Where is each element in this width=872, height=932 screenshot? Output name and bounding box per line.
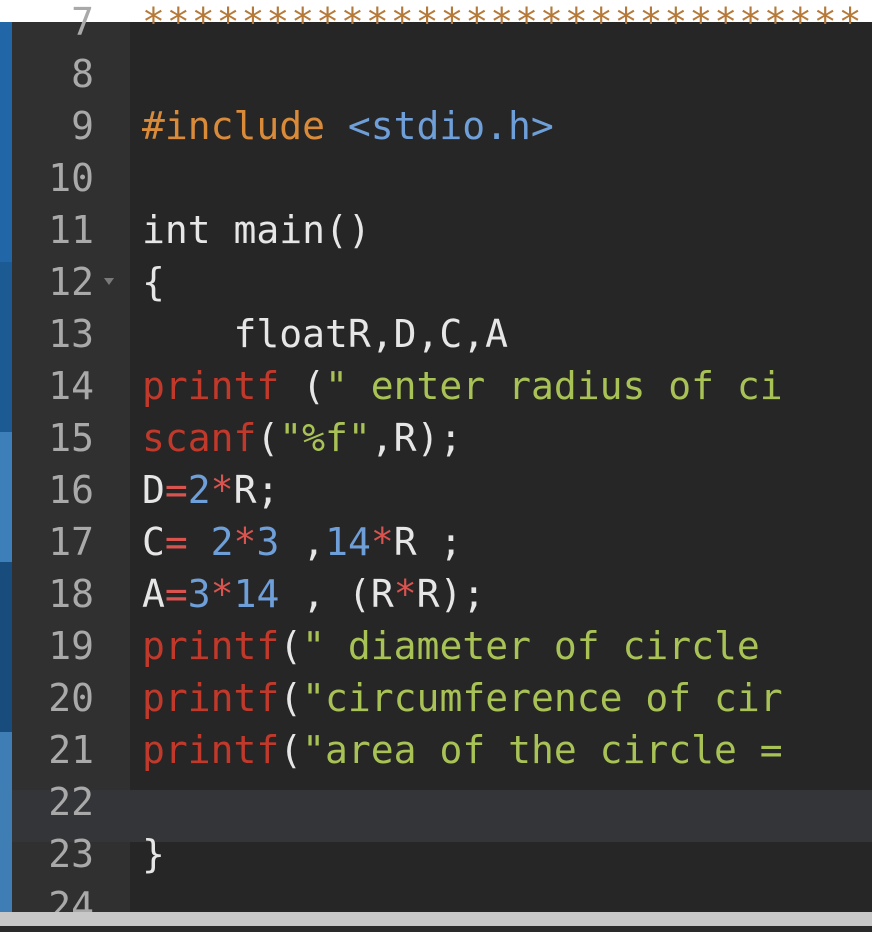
line-number: 9: [71, 104, 94, 148]
code-token: (: [279, 624, 303, 668]
line-number: 17: [48, 520, 94, 564]
line-number: 13: [48, 312, 94, 356]
code-line[interactable]: 16 D=2*R;: [0, 464, 872, 516]
horizontal-scrollbar[interactable]: [0, 912, 872, 926]
line-number: 18: [48, 572, 94, 616]
code-line[interactable]: 11 int main(): [0, 204, 872, 256]
code-line[interactable]: 8: [0, 48, 872, 100]
code-token: 3: [256, 520, 280, 564]
code-text[interactable]: A=3*14 , (R*R);: [142, 568, 872, 620]
code-token: =: [164, 468, 188, 512]
code-line[interactable]: 15 scanf("%f",R);: [0, 412, 872, 464]
code-token: *: [233, 520, 257, 564]
line-number: 8: [71, 52, 94, 96]
code-token: <stdio.h>: [347, 104, 554, 148]
code-token: 14: [325, 520, 371, 564]
code-token: R);: [416, 572, 486, 616]
code-text[interactable]: #include <stdio.h>: [142, 100, 872, 152]
line-number: 12: [48, 260, 94, 304]
code-token: printf: [142, 624, 280, 668]
code-token: , (R: [279, 572, 394, 616]
code-token: int main(): [142, 208, 371, 252]
code-token: *: [370, 520, 394, 564]
code-token: printf: [142, 728, 280, 772]
code-line[interactable]: 21 printf("area of the circle =: [0, 724, 872, 776]
code-line[interactable]: 19 printf(" diameter of circle: [0, 620, 872, 672]
code-line[interactable]: 12 {: [0, 256, 872, 308]
code-token: floatR,D,C,A: [142, 312, 509, 356]
line-number: 22: [48, 780, 94, 824]
code-text[interactable]: scanf("%f",R);: [142, 412, 872, 464]
code-token: " enter radius of ci: [325, 364, 783, 408]
line-number: 7: [71, 0, 94, 44]
code-line[interactable]: 14 printf (" enter radius of ci: [0, 360, 872, 412]
code-token: C: [142, 520, 165, 564]
code-text[interactable]: printf(" diameter of circle: [142, 620, 872, 672]
line-number: 21: [48, 728, 94, 772]
code-token: printf: [142, 676, 280, 720]
code-text[interactable]: D=2*R;: [142, 464, 872, 516]
line-number: 11: [48, 208, 94, 252]
code-line[interactable]: 20 printf("circumference of cir: [0, 672, 872, 724]
code-token: "area of the circle =: [302, 728, 783, 772]
code-token: R ;: [393, 520, 463, 564]
code-line[interactable]: 23}: [0, 828, 872, 880]
code-token: (: [279, 364, 326, 408]
code-token: ,R);: [370, 416, 463, 460]
line-number: 15: [48, 416, 94, 460]
code-token: 3: [187, 572, 211, 616]
code-token: 2: [210, 520, 234, 564]
code-token: ,: [279, 520, 326, 564]
code-token: "%f": [279, 416, 371, 460]
code-token: A: [142, 572, 165, 616]
code-text[interactable]: printf("area of the circle =: [142, 724, 872, 776]
code-token: D: [142, 468, 165, 512]
fold-arrow-icon[interactable]: [104, 278, 114, 285]
code-text[interactable]: }: [142, 828, 872, 880]
code-token: 2: [187, 468, 211, 512]
line-number: 10: [48, 156, 94, 200]
code-token: (: [279, 728, 303, 772]
code-line[interactable]: 22: [0, 776, 872, 828]
code-token: "circumference of cir: [302, 676, 783, 720]
line-number: 14: [48, 364, 94, 408]
line-number: 16: [48, 468, 94, 512]
code-text[interactable]: floatR,D,C,A: [142, 308, 872, 360]
code-token: (: [279, 676, 303, 720]
code-token: =: [164, 520, 211, 564]
code-text[interactable]: printf (" enter radius of ci: [142, 360, 872, 412]
code-token: (: [256, 416, 280, 460]
code-text[interactable]: int main(): [142, 204, 872, 256]
line-number: 23: [48, 832, 94, 876]
line-number: 20: [48, 676, 94, 720]
code-text[interactable]: *****************************: [142, 0, 872, 48]
code-token: }: [142, 832, 165, 876]
code-token: R;: [233, 468, 280, 512]
code-line[interactable]: 10: [0, 152, 872, 204]
code-token: #include: [142, 104, 348, 148]
code-token: *****************************: [142, 0, 864, 44]
code-token: =: [164, 572, 188, 616]
line-number: 19: [48, 624, 94, 668]
code-line[interactable]: 9 #include <stdio.h>: [0, 100, 872, 152]
code-token: *: [210, 572, 234, 616]
code-text[interactable]: C= 2*3 ,14*R ;: [142, 516, 872, 568]
code-token: *: [210, 468, 234, 512]
code-text[interactable]: {: [142, 256, 872, 308]
code-token: 14: [233, 572, 280, 616]
code-token: " diameter of circle: [302, 624, 783, 668]
code-token: scanf: [142, 416, 257, 460]
code-line[interactable]: 13 floatR,D,C,A: [0, 308, 872, 360]
code-token: printf: [142, 364, 280, 408]
code-line[interactable]: 17 C= 2*3 ,14*R ;: [0, 516, 872, 568]
code-token: *: [393, 572, 417, 616]
code-token: {: [142, 260, 165, 304]
code-line[interactable]: 7 *****************************: [0, 0, 872, 48]
code-line[interactable]: 18 A=3*14 , (R*R);: [0, 568, 872, 620]
code-text[interactable]: printf("circumference of cir: [142, 672, 872, 724]
